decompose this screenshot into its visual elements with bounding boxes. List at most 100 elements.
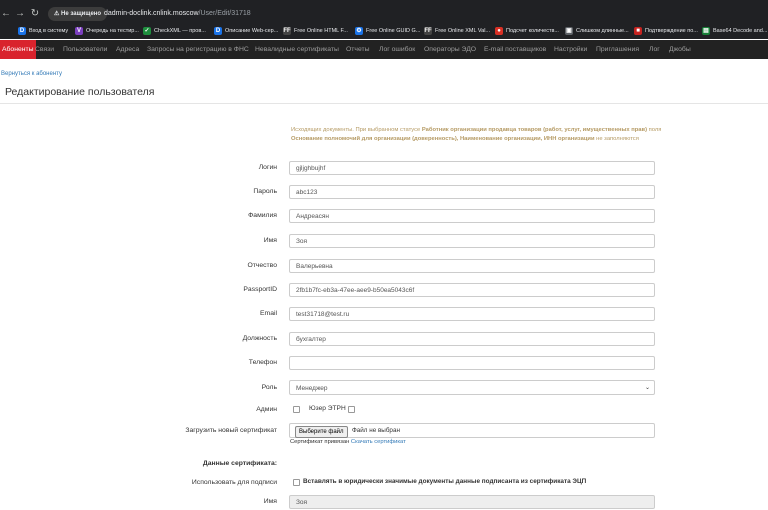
bookmark-label: Free Online GUID G... (366, 28, 421, 34)
position-label: Должность (242, 335, 277, 342)
bookmark-label: Вход в систему (29, 28, 69, 34)
certificate-name-label: Имя (263, 498, 277, 505)
bookmark-item[interactable]: ● Подсчет количеств... (495, 26, 559, 36)
certificate-data-heading: Данные сертификата: (202, 460, 277, 467)
nav-item-error-log[interactable]: Лог ошибок (379, 40, 415, 59)
bookmark-item[interactable]: D Вход в систему (18, 26, 68, 36)
nav-item-invitations[interactable]: Приглашения (596, 40, 639, 59)
nav-item-subscribers[interactable]: Абоненты (0, 40, 36, 59)
phone-input[interactable] (289, 356, 655, 370)
admin-checkbox[interactable] (293, 406, 300, 413)
certificate-name-input[interactable]: Зоя (289, 495, 655, 509)
reload-icon[interactable]: ↻ (29, 8, 41, 20)
nav-item-users[interactable]: Пользователи (63, 40, 107, 59)
forward-arrow-icon[interactable]: → (14, 8, 26, 20)
email-input[interactable]: test31718@test.ru (289, 307, 655, 321)
nav-item-invalid-certs[interactable]: Невалидные сертификаты (255, 40, 339, 59)
passport-id-label: PassportID (243, 286, 277, 293)
chevron-down-icon: ⌄ (644, 385, 650, 391)
help-text-part: Исходящих документы. При выбранном стату… (291, 127, 422, 133)
login-input[interactable]: gjljghbujhf (289, 161, 655, 175)
bookmark-icon: ● (495, 27, 503, 35)
bookmark-item[interactable]: ▤ Base64 Decode and... (702, 26, 767, 36)
page-title: Редактирование пользователя (5, 86, 155, 98)
bookmark-icon: FF (424, 27, 432, 35)
patronymic-label: Отчество (247, 262, 277, 269)
help-text-part: поля (647, 127, 662, 133)
help-text-bold: Основание полномочий для организации (до… (291, 135, 595, 142)
bookmark-label: Подтверждение по... (645, 28, 698, 34)
bookmark-icon: ▣ (565, 27, 573, 35)
bookmark-item[interactable]: FF Free Online HTML F... (283, 26, 348, 36)
nav-item-links[interactable]: Связи (35, 40, 54, 59)
nav-item-settings[interactable]: Настройки (554, 40, 587, 59)
bookmark-label: Free Online HTML F... (294, 28, 348, 34)
firstname-label: Имя (263, 237, 277, 244)
role-select[interactable]: Менеджер ⌄ (289, 380, 655, 395)
bookmark-item[interactable]: ▣ Слишком длинные... (565, 26, 629, 36)
password-label: Пароль (253, 188, 277, 195)
patronymic-input[interactable]: Валерьевна (289, 259, 655, 273)
bookmark-label: Base64 Decode and... (713, 28, 768, 34)
file-status-text: Файл не выбран (352, 427, 400, 434)
bookmark-label: Описание Web-сер... (225, 28, 279, 34)
use-for-signing-checkbox[interactable] (293, 479, 300, 486)
bookmark-icon: FF (283, 27, 291, 35)
nav-item-supplier-emails[interactable]: E-mail поставщиков (484, 40, 546, 59)
url-bar[interactable]: dadmin-doclink.cnlink.moscow/User/Edit/3… (104, 7, 251, 21)
nav-item-edo-operators[interactable]: Операторы ЭДО (424, 40, 476, 59)
bookmark-icon: D (214, 27, 222, 35)
bookmark-item[interactable]: V Очередь на тестир... (75, 26, 139, 36)
bookmark-icon: ■ (634, 27, 642, 35)
firstname-input[interactable]: Зоя (289, 234, 655, 248)
bookmark-item[interactable]: D Описание Web-сер... (214, 26, 278, 36)
password-input[interactable]: abc123 (289, 185, 655, 199)
nav-item-jobs[interactable]: Джобы (669, 40, 691, 59)
help-text: Исходящих документы. При выбранном стату… (291, 126, 663, 143)
bookmark-icon: D (18, 27, 26, 35)
security-label: Не защищено (61, 11, 102, 17)
bookmark-item[interactable]: ⚙ Free Online GUID G... (355, 26, 420, 36)
back-arrow-icon[interactable]: ← (0, 8, 12, 20)
bookmarks-bar: D Вход в систему V Очередь на тестир... ✓ C… (0, 23, 768, 39)
security-indicator[interactable]: ⚠ Не защищено (48, 7, 108, 21)
choose-file-button[interactable]: Выберите файл (295, 426, 348, 438)
nav-item-log[interactable]: Лог (649, 40, 660, 59)
help-text-bold: Работник организации продавца товаров (р… (421, 127, 648, 133)
bookmark-label: Free Online XML Val... (435, 28, 491, 34)
bookmark-label: Очередь на тестир... (86, 28, 139, 34)
bookmark-item[interactable]: ✓ CheckXML — пров... (143, 26, 206, 36)
bookmark-icon: ✓ (143, 27, 151, 35)
bookmark-icon: V (75, 27, 83, 35)
lastname-input[interactable]: Андреасян (289, 209, 655, 223)
position-input[interactable]: бухгалтер (289, 332, 655, 346)
divider (0, 103, 768, 104)
bookmark-icon: ▤ (702, 27, 710, 35)
use-for-signing-label: Использовать для подписи (191, 479, 277, 486)
email-label: Email (260, 310, 277, 317)
nav-item-addresses[interactable]: Адреса (116, 40, 139, 59)
bookmark-icon: ⚙ (355, 27, 363, 35)
passport-id-input[interactable]: 2fb1b7fc-eb3a-47ee-aee9-b50ea5043c6f (289, 283, 655, 297)
nav-item-reports[interactable]: Отчеты (346, 40, 370, 59)
url-host: dadmin-doclink.cnlink.moscow (104, 10, 199, 17)
bookmark-item[interactable]: FF Free Online XML Val... (424, 26, 490, 36)
use-for-signing-text: Вставлять в юридически значимые документ… (303, 478, 587, 485)
admin-label: Админ (256, 406, 277, 413)
help-text-part: не заполняются (594, 135, 639, 142)
login-label: Логин (258, 164, 277, 171)
bookmark-item[interactable]: ■ Подтверждение по... (634, 26, 698, 36)
back-to-subscriber-link[interactable]: Вернуться к абоненту (1, 71, 62, 77)
bookmark-label: CheckXML — пров... (154, 28, 206, 34)
bookmark-label: Подсчет количеств... (506, 28, 559, 34)
bookmark-label: Слишком длинные... (576, 28, 629, 34)
certificate-bound-line: Сертификат привязан Скачать сертификат (290, 439, 406, 445)
address-row: ← → ↻ ⚠ Не защищено dadmin-doclink.cnlin… (0, 5, 768, 23)
phone-label: Телефон (248, 359, 277, 366)
role-selected-value: Менеджер (296, 385, 328, 392)
download-certificate-link[interactable]: Скачать сертификат (351, 439, 406, 445)
nav-item-fns-requests[interactable]: Запросы на регистрацию в ФНС (147, 40, 249, 59)
lastname-label: Фамилия (248, 212, 277, 219)
user-etrn-checkbox[interactable] (348, 406, 355, 413)
url-path: /User/Edit/31718 (198, 10, 251, 17)
